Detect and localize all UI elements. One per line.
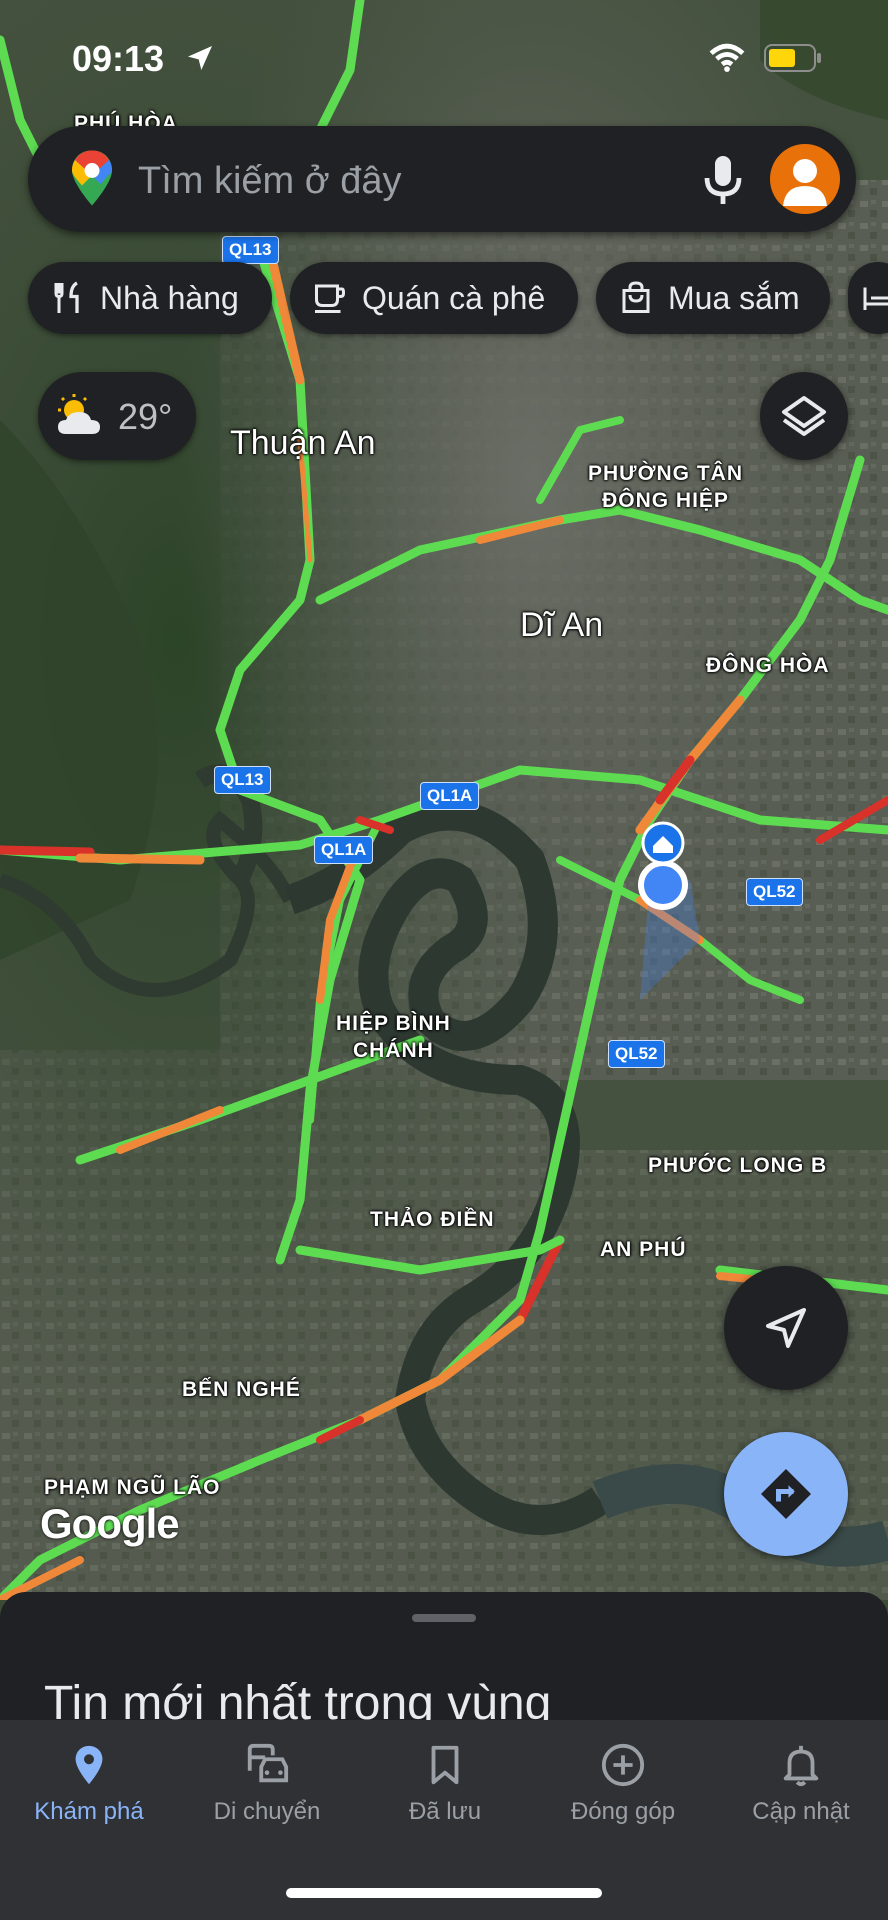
map-label-ben-nghe: BẾN NGHÉ [182, 1378, 301, 1401]
map-label-line: PHƯỜNG TÂN [588, 462, 744, 485]
map-label-di-an: Dĩ An [520, 606, 604, 644]
person-icon [783, 159, 827, 206]
search-bar[interactable]: Tìm kiếm ở đây [28, 126, 856, 232]
directions-button[interactable] [724, 1432, 848, 1556]
nav-label: Đóng góp [570, 1798, 676, 1825]
map-label-phuoc-long-b: PHƯỚC LONG B [648, 1154, 828, 1177]
account-avatar[interactable] [770, 144, 840, 214]
nav-saved[interactable]: Đã lưu [356, 1720, 534, 1850]
nav-contribute[interactable]: Đóng góp [534, 1720, 712, 1850]
chip-coffee[interactable]: Quán cà phê [290, 262, 578, 334]
chip-restaurants[interactable]: Nhà hàng [28, 262, 272, 334]
bell-icon [783, 1745, 819, 1787]
status-bar: 09:13 [0, 0, 888, 110]
home-indicator[interactable] [286, 1888, 602, 1898]
nav-label: Đã lưu [408, 1798, 482, 1825]
map-label-dong-hoa: ĐÔNG HÒA [706, 654, 830, 677]
map-label-hiep-binh-chanh: HIỆP BÌNH CHÁNH [336, 1010, 451, 1064]
map-label-pham-ngu-lao: PHẠM NGŨ LÃO [44, 1476, 221, 1499]
layers-button[interactable] [760, 372, 848, 460]
commute-icon [247, 1743, 289, 1783]
map-label-line: ĐÔNG HIỆP [602, 489, 729, 512]
map-label-line: HIỆP BÌNH [336, 1012, 451, 1035]
map-label-thao-dien: THẢO ĐIỀN [370, 1208, 495, 1231]
bottom-sheet[interactable]: Tin mới nhất trong vùng [0, 1592, 888, 1732]
road-shield-ql52: QL52 [746, 878, 803, 906]
microphone-icon[interactable] [698, 152, 748, 208]
bottom-navigation: Khám phá Di chuyển Đã lưu Đóng góp Cập n… [0, 1720, 888, 1920]
partly-cloudy-icon [58, 394, 100, 434]
restaurant-icon [54, 281, 79, 313]
nav-commute[interactable]: Di chuyển [178, 1720, 356, 1850]
weather-chip[interactable]: 29° [38, 372, 196, 460]
chip-hotels[interactable] [848, 262, 888, 334]
map-label-line: CHÁNH [352, 1039, 434, 1062]
nav-label: Cập nhật [752, 1798, 850, 1825]
map-label-an-phu: AN PHÚ [600, 1238, 687, 1261]
nav-label: Khám phá [34, 1798, 144, 1825]
wifi-icon [709, 43, 745, 72]
map-label-thuan-an: Thuận An [230, 424, 376, 462]
layers-icon [782, 396, 826, 436]
chip-label: Mua sắm [668, 280, 800, 316]
add-circle-icon [601, 1743, 645, 1787]
my-location-button[interactable] [724, 1266, 848, 1390]
weather-temperature: 29° [118, 396, 173, 437]
shopping-bag-icon [622, 281, 650, 313]
navigation-arrow-icon [766, 1308, 806, 1348]
hotel-bed-icon [863, 287, 888, 310]
road-shield-ql52: QL52 [608, 1040, 665, 1068]
chip-label: Quán cà phê [362, 280, 546, 316]
road-shield-ql1a: QL1A [314, 836, 374, 864]
google-logo: Google [40, 1500, 180, 1547]
road-shield-ql13: QL13 [214, 766, 271, 794]
nav-updates[interactable]: Cập nhật [712, 1720, 888, 1850]
explore-pin-icon [75, 1745, 103, 1785]
bookmark-icon [431, 1745, 459, 1785]
location-arrow-icon [188, 46, 212, 70]
nav-explore[interactable]: Khám phá [0, 1720, 178, 1850]
map-label-phuong-tan-dong-hiep: PHƯỜNG TÂN ĐÔNG HIỆP [588, 460, 743, 514]
google-maps-pin-icon [72, 150, 112, 206]
battery-icon [764, 44, 821, 72]
chip-shopping[interactable]: Mua sắm [596, 262, 830, 334]
coffee-icon [315, 284, 345, 313]
search-input[interactable]: Tìm kiếm ở đây [138, 160, 402, 203]
sheet-drag-handle[interactable] [412, 1614, 476, 1622]
status-time: 09:13 [72, 38, 165, 79]
road-shield-ql13: QL13 [222, 236, 279, 264]
road-shield-ql1a: QL1A [420, 782, 480, 810]
chip-label: Nhà hàng [100, 280, 239, 316]
nav-label: Di chuyển [213, 1798, 321, 1825]
directions-icon [761, 1469, 811, 1519]
